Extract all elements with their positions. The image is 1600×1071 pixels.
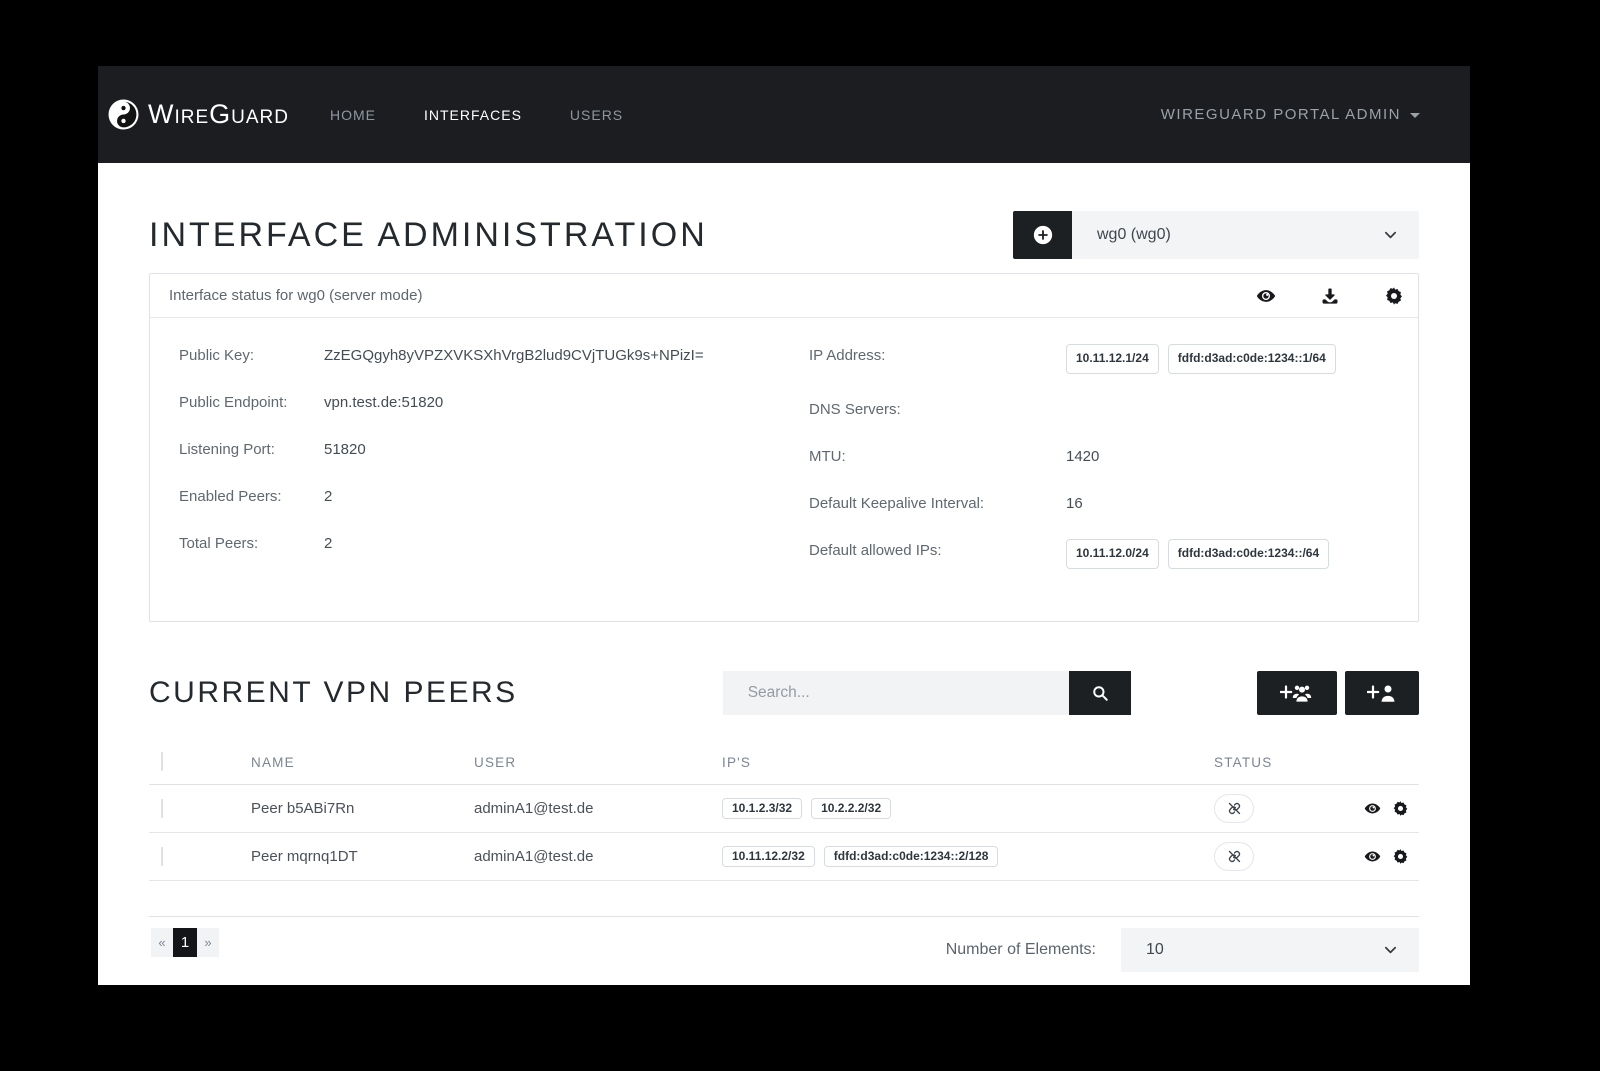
peer-ip-badge: 10.2.2.2/32 [811,798,891,819]
status-badge [1214,842,1254,871]
brand-name: WireGuard [148,99,289,130]
peer-user: adminA1@test.de [474,800,722,817]
detail-public-key: Public Key: ZzEGQgyh8yVPZXVKSXhVrgB2lud9… [179,344,759,367]
listening-port-value: 51820 [324,438,366,461]
peers-table: NAME USER IP'S STATUS Peer b5ABi7Rn admi… [149,740,1419,917]
download-icon [1320,286,1340,306]
interface-status-card: Interface status for wg0 (server mode) [149,273,1419,622]
link-slash-icon [1227,849,1242,864]
mtu-value: 1420 [1066,445,1099,468]
interface-select-value: wg0 (wg0) [1072,226,1171,244]
ip-badge: fdfd:d3ad:c0de:1234::/64 [1168,539,1329,569]
edit-peer-button[interactable] [1392,800,1409,817]
wireguard-logo-icon [108,99,139,130]
caret-down-icon [1410,113,1420,118]
peer-name: Peer mqrnq1DT [251,848,474,865]
eye-icon [1364,848,1381,865]
peers-section-title: CURRENT VPN PEERS [149,676,518,710]
gear-icon [1392,848,1409,865]
ip-badge: fdfd:d3ad:c0de:1234::1/64 [1168,344,1336,374]
card-header-title: Interface status for wg0 (server mode) [169,287,422,304]
total-peers-value: 2 [324,532,332,555]
peer-ip-badge: 10.11.12.2/32 [722,846,815,867]
gear-icon [1384,286,1404,306]
interface-select[interactable]: wg0 (wg0) [1072,211,1419,259]
peer-ip-badge: fdfd:d3ad:c0de:1234::2/128 [824,846,999,867]
detail-mtu: MTU: 1420 [809,445,1389,468]
add-peer-button[interactable] [1345,671,1419,715]
add-multiple-peers-button[interactable] [1257,671,1337,715]
detail-listening-port: Listening Port: 51820 [179,438,759,461]
eye-icon [1364,800,1381,817]
search-input[interactable] [723,671,1069,715]
table-empty-area [149,881,1419,917]
row-checkbox[interactable] [161,847,163,866]
view-config-button[interactable] [1256,286,1276,306]
detail-ip-address: IP Address: 10.11.12.1/24 fdfd:d3ad:c0de… [809,344,1389,374]
user-menu-label: WIREGUARD PORTAL ADMIN [1161,106,1401,123]
detail-allowed-ips: Default allowed IPs: 10.11.12.0/24 fdfd:… [809,539,1389,569]
row-checkbox[interactable] [161,799,163,818]
add-interface-button[interactable] [1013,211,1072,259]
nav-item-home[interactable]: HOME [330,107,376,123]
ip-badge: 10.11.12.1/24 [1066,344,1159,374]
navbar: WireGuard HOME INTERFACES USERS WIREGUAR… [98,66,1470,163]
public-endpoint-value: vpn.test.de:51820 [324,391,443,414]
table-row: Peer mqrnq1DT adminA1@test.de 10.11.12.2… [149,833,1419,881]
interface-details-left: Public Key: ZzEGQgyh8yVPZXVKSXhVrgB2lud9… [179,344,759,593]
brand[interactable]: WireGuard [108,99,289,130]
pagination-prev-button[interactable]: « [151,928,173,957]
col-header-status: STATUS [1214,755,1364,770]
public-key-value: ZzEGQgyh8yVPZXVKSXhVrgB2lud9CVjTUGk9s+NP… [324,344,704,367]
chevron-down-icon [1383,228,1398,243]
add-user-icon [1367,682,1397,704]
edit-interface-button[interactable] [1384,286,1404,306]
elements-count-select[interactable]: 10 [1121,928,1419,972]
view-peer-button[interactable] [1364,800,1381,817]
keepalive-value: 16 [1066,492,1083,515]
detail-public-endpoint: Public Endpoint: vpn.test.de:51820 [179,391,759,414]
col-header-user: USER [474,755,722,770]
col-header-name: NAME [251,755,474,770]
add-users-icon [1280,682,1314,704]
detail-dns-servers: DNS Servers: [809,398,1389,421]
page-title: INTERFACE ADMINISTRATION [149,216,708,255]
elements-count-label: Number of Elements: [946,941,1096,959]
main-nav: HOME INTERFACES USERS [330,107,623,123]
nav-item-users[interactable]: USERS [570,107,623,123]
search-button[interactable] [1069,671,1131,715]
pagination-page-1[interactable]: 1 [173,928,197,957]
peer-user: adminA1@test.de [474,848,722,865]
peer-ip-badge: 10.1.2.3/32 [722,798,802,819]
nav-item-interfaces[interactable]: INTERFACES [424,107,522,123]
app-window: WireGuard HOME INTERFACES USERS WIREGUAR… [98,66,1470,985]
view-peer-button[interactable] [1364,848,1381,865]
search-icon [1091,684,1109,702]
gear-icon [1392,800,1409,817]
detail-keepalive: Default Keepalive Interval: 16 [809,492,1389,515]
status-badge [1214,794,1254,823]
ip-badge: 10.11.12.0/24 [1066,539,1159,569]
download-config-button[interactable] [1320,286,1340,306]
detail-total-peers: Total Peers: 2 [179,532,759,555]
chevron-down-icon [1383,943,1398,958]
elements-count-value: 10 [1121,941,1164,959]
pagination: « 1 » [151,928,219,957]
peer-name: Peer b5ABi7Rn [251,800,474,817]
edit-peer-button[interactable] [1392,848,1409,865]
plus-circle-icon [1032,224,1054,246]
table-row: Peer b5ABi7Rn adminA1@test.de 10.1.2.3/3… [149,785,1419,833]
interface-details-right: IP Address: 10.11.12.1/24 fdfd:d3ad:c0de… [809,344,1389,593]
detail-enabled-peers: Enabled Peers: 2 [179,485,759,508]
eye-icon [1256,286,1276,306]
pagination-next-button[interactable]: » [197,928,219,957]
enabled-peers-value: 2 [324,485,332,508]
col-header-ips: IP'S [722,755,1214,770]
select-all-checkbox[interactable] [161,752,163,771]
user-menu-dropdown[interactable]: WIREGUARD PORTAL ADMIN [1161,106,1420,123]
link-slash-icon [1227,801,1242,816]
